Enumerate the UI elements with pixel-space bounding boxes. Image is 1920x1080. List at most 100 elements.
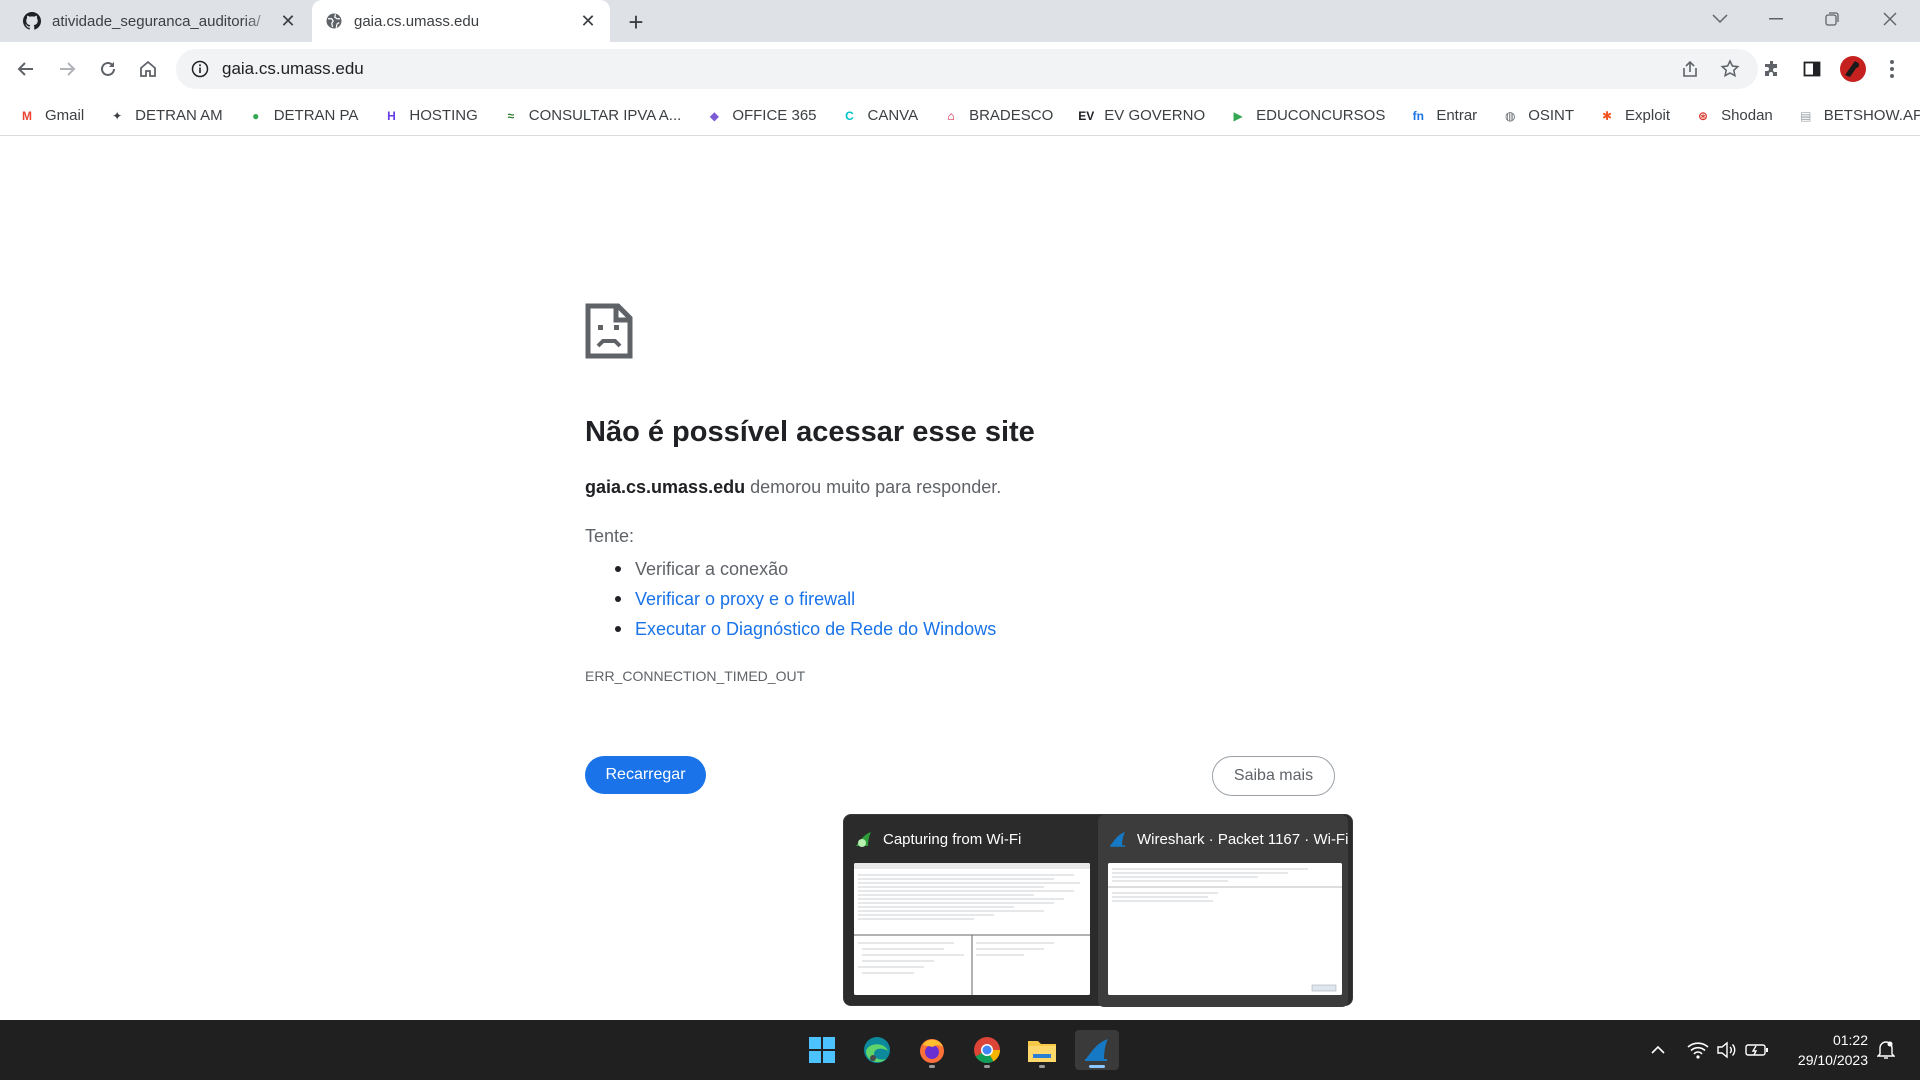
tab-gaia[interactable]: gaia.cs.umass.edu ✕	[312, 0, 610, 42]
suggestion-check-connection: Verificar a conexão	[614, 554, 996, 584]
learn-more-button[interactable]: Saiba mais	[1212, 756, 1335, 796]
tab-github[interactable]: atividade_seguranca_auditoria/ ✕	[10, 0, 310, 42]
bookmark-label: Entrar	[1436, 107, 1478, 124]
reload-button[interactable]: Recarregar	[585, 756, 706, 794]
side-panel-icon[interactable]	[1796, 53, 1828, 85]
error-host: gaia.cs.umass.edu	[585, 477, 746, 497]
bookmarks-bar: M Gmail ✦ DETRAN AM ● DETRAN PA H HOSTING ≈ CONSU…	[0, 96, 1920, 136]
detran-pa-icon: ●	[252, 108, 260, 123]
url-text[interactable]: gaia.cs.umass.edu	[222, 59, 364, 79]
menu-kebab-icon[interactable]	[1876, 53, 1908, 85]
bookmark-label: Shodan	[1721, 107, 1773, 124]
bookmark-detran-am[interactable]: ✦ DETRAN AM	[108, 107, 223, 125]
exploit-icon: ✱	[1602, 108, 1613, 123]
error-heading: Não é possível acessar esse site	[585, 416, 1035, 448]
running-indicator	[984, 1065, 990, 1068]
edge-icon[interactable]	[855, 1030, 899, 1070]
chrome-icon[interactable]	[965, 1030, 1009, 1070]
betshow-icon: ▤	[1800, 108, 1812, 123]
sad-document-icon	[585, 303, 633, 359]
suggestion-check-proxy-firewall-link[interactable]: Verificar o proxy e o firewall	[614, 584, 996, 614]
educoncursos-icon: ▶	[1233, 108, 1243, 123]
minimize-button[interactable]	[1748, 0, 1804, 38]
bookmark-ev-governo[interactable]: EV EV GOVERNO	[1077, 107, 1205, 125]
windows-start-icon[interactable]	[800, 1030, 844, 1070]
running-indicator	[929, 1065, 935, 1068]
tab-strip: atividade_seguranca_auditoria/ ✕ gaia.cs…	[0, 0, 1920, 42]
try-label: Tente:	[585, 526, 635, 546]
bookmark-bradesco[interactable]: ⌂ BRADESCO	[942, 107, 1053, 125]
preview-title-row: Wireshark · Packet 1167 · Wi-Fi	[1108, 829, 1348, 849]
wifi-icon[interactable]	[1686, 1038, 1710, 1062]
bookmark-canva[interactable]: C CANVA	[841, 107, 918, 125]
preview-packet-window[interactable]: Wireshark · Packet 1167 · Wi-Fi	[1098, 815, 1348, 1007]
hosting-icon: H	[387, 108, 396, 123]
bookmark-detran-pa[interactable]: ● DETRAN PA	[247, 107, 359, 125]
suggestion-network-diagnostics-link[interactable]: Executar o Diagnóstico de Rede do Window…	[614, 614, 996, 644]
gmail-icon: M	[22, 108, 32, 123]
preview-thumbnail	[854, 863, 1090, 995]
bookmark-entrar[interactable]: fn Entrar	[1409, 107, 1478, 125]
bookmark-label: BETSHOW.APP	[1823, 107, 1920, 124]
close-tab-icon[interactable]: ✕	[278, 11, 298, 31]
reload-button[interactable]	[92, 53, 124, 85]
bookmark-hosting[interactable]: H HOSTING	[382, 107, 478, 125]
firefox-icon[interactable]	[910, 1030, 954, 1070]
evg-icon: EV	[1078, 108, 1095, 123]
clock-date: 29/10/2023	[1797, 1052, 1868, 1068]
canva-icon: C	[845, 108, 854, 123]
windows-taskbar: 01:22 29/10/2023	[0, 1020, 1920, 1080]
suggestions-list: Verificar a conexão Verificar o proxy e …	[614, 554, 996, 644]
tab-search-icon[interactable]	[1692, 0, 1748, 38]
site-info-icon[interactable]	[190, 59, 210, 79]
forward-button[interactable]	[51, 53, 83, 85]
bookmark-label: DETRAN PA	[273, 107, 359, 124]
running-indicator	[1039, 1065, 1045, 1068]
bookmark-label: OSINT	[1528, 107, 1575, 124]
preview-title-row: Capturing from Wi-Fi	[854, 829, 1021, 849]
bookmark-consultar-ipva-a[interactable]: ≈ CONSULTAR IPVA A...	[502, 107, 681, 125]
error-summary: gaia.cs.umass.edu demorou muito para res…	[585, 477, 1001, 498]
back-button[interactable]	[10, 53, 42, 85]
bookmark-gmail[interactable]: M Gmail	[18, 107, 84, 125]
ipva-icon: ≈	[507, 108, 515, 123]
globe-icon	[324, 11, 344, 31]
bradesco-icon: ⌂	[947, 108, 955, 123]
running-indicator	[1089, 1065, 1105, 1068]
bookmark-label: EV GOVERNO	[1104, 107, 1206, 124]
notification-icon[interactable]	[1874, 1038, 1898, 1062]
bookmark-label: OFFICE 365	[732, 107, 817, 124]
browser-toolbar: gaia.cs.umass.edu	[0, 42, 1920, 96]
new-tab-button[interactable]: +	[622, 7, 650, 37]
address-bar[interactable]: gaia.cs.umass.edu	[176, 49, 1758, 89]
error-summary-text: demorou muito para responder.	[745, 477, 1002, 497]
profile-avatar[interactable]	[1837, 53, 1869, 85]
shodan-icon: ⊛	[1698, 108, 1709, 123]
preview-capturing-window[interactable]: Capturing from Wi-Fi	[844, 815, 1094, 1007]
bookmark-betshow-app[interactable]: ▤ BETSHOW.APP	[1797, 107, 1920, 125]
close-tab-icon[interactable]: ✕	[578, 11, 598, 31]
bookmark-label: Exploit	[1625, 107, 1671, 124]
share-icon[interactable]	[1676, 55, 1704, 83]
close-window-button[interactable]	[1862, 0, 1918, 38]
bookmark-shodan[interactable]: ⊛ Shodan	[1694, 107, 1773, 125]
tab-title: atividade_seguranca_auditoria/	[52, 12, 261, 30]
volume-icon[interactable]	[1715, 1038, 1739, 1062]
home-button[interactable]	[132, 53, 164, 85]
wireshark-taskbar-icon[interactable]	[1075, 1030, 1119, 1070]
bookmark-star-icon[interactable]	[1716, 55, 1744, 83]
bookmark-office-365[interactable]: ◆ OFFICE 365	[705, 107, 817, 125]
bookmark-exploit[interactable]: ✱ Exploit	[1598, 107, 1670, 125]
restore-button[interactable]	[1804, 0, 1860, 38]
file-explorer-icon[interactable]	[1020, 1030, 1064, 1070]
bookmark-educoncursos[interactable]: ▶ EDUCONCURSOS	[1229, 107, 1386, 125]
extensions-icon[interactable]	[1756, 53, 1788, 85]
wireshark-icon	[1110, 832, 1125, 847]
taskbar-window-preview: Capturing from Wi-Fi Wireshark · Packet …	[843, 814, 1353, 1007]
system-clock[interactable]: 01:22 29/10/2023	[1778, 1030, 1868, 1070]
bookmark-label: Gmail	[45, 107, 85, 124]
office-icon: ◆	[709, 108, 719, 123]
bookmark-osint[interactable]: ◍ OSINT	[1501, 107, 1574, 125]
chevron-up-icon[interactable]	[1646, 1038, 1670, 1062]
battery-charging-icon[interactable]	[1745, 1038, 1769, 1062]
